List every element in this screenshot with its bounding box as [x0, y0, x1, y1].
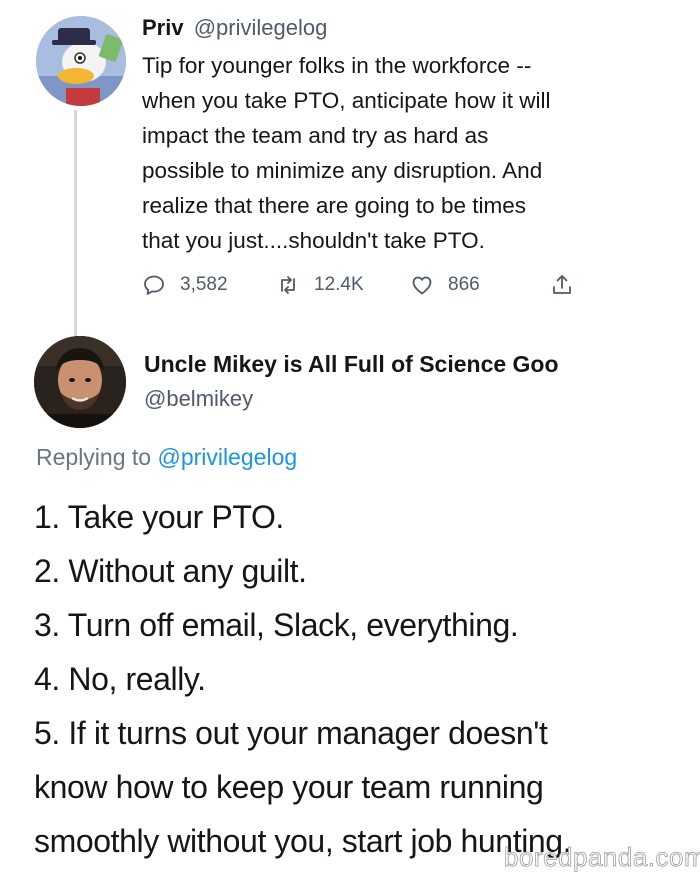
reply-count: 3,582	[180, 274, 228, 295]
avatar-priv[interactable]	[36, 16, 126, 106]
share-icon	[553, 275, 571, 294]
tweet-text-line: realize that there are going to be times	[142, 193, 526, 218]
replying-to-label: Replying to	[36, 444, 158, 470]
retweet-button[interactable]: 12.4K	[276, 268, 364, 302]
reply-text-line: 1. Take your PTO.	[34, 499, 284, 535]
reply-author-name[interactable]: Uncle Mikey is All Full of Science Goo	[144, 346, 684, 382]
tweet-text: Tip for younger folks in the workforce -…	[142, 48, 682, 258]
tweet-text-line: when you take PTO, anticipate how it wil…	[142, 88, 551, 113]
reply-text-line: 5. If it turns out your manager doesn't	[34, 715, 548, 751]
reply-tweet-text: 1. Take your PTO. 2. Without any guilt. …	[34, 490, 684, 868]
tweet-text-line: impact the team and try as hard as	[142, 123, 489, 148]
avatar-belmikey[interactable]	[34, 336, 126, 428]
replying-to-mention[interactable]: @privilegelog	[157, 444, 297, 470]
author-name[interactable]: Priv	[142, 15, 184, 40]
person-avatar-icon	[34, 336, 126, 428]
retweet-count: 12.4K	[314, 274, 364, 295]
share-button[interactable]	[550, 268, 588, 302]
reply-icon	[144, 275, 164, 295]
author-handle[interactable]: @privilegelog	[194, 15, 328, 40]
watermark: boredpanda.com	[504, 842, 700, 873]
thread-connector-line	[74, 110, 77, 342]
tweet-text-line: Tip for younger folks in the workforce -…	[142, 53, 532, 78]
retweet-icon	[281, 276, 295, 294]
reply-text-line: know how to keep your team running	[34, 769, 544, 805]
tweet-text-line: possible to minimize any disruption. And	[142, 158, 543, 183]
replying-to-line: Replying to @privilegelog	[36, 440, 297, 474]
tweet-original: Priv @privilegelog Tip for younger folks…	[142, 14, 682, 258]
duck-avatar-icon	[36, 16, 126, 106]
tweet-text-line: that you just....shouldn't take PTO.	[142, 228, 485, 253]
like-count: 866	[448, 274, 480, 295]
reply-text-line: 4. No, really.	[34, 661, 206, 697]
reply-author-handle[interactable]: @belmikey	[144, 382, 684, 416]
like-icon	[412, 276, 432, 295]
reply-tweet-header: Uncle Mikey is All Full of Science Goo @…	[144, 346, 684, 416]
reply-text-line: 3. Turn off email, Slack, everything.	[34, 607, 519, 643]
tweet-actions-bar: 3,582 12.4K 866	[142, 268, 602, 302]
reply-button[interactable]: 3,582	[142, 268, 228, 302]
tweet-header: Priv @privilegelog	[142, 14, 682, 42]
reply-text-line: 2. Without any guilt.	[34, 553, 307, 589]
like-button[interactable]: 866	[410, 268, 480, 302]
